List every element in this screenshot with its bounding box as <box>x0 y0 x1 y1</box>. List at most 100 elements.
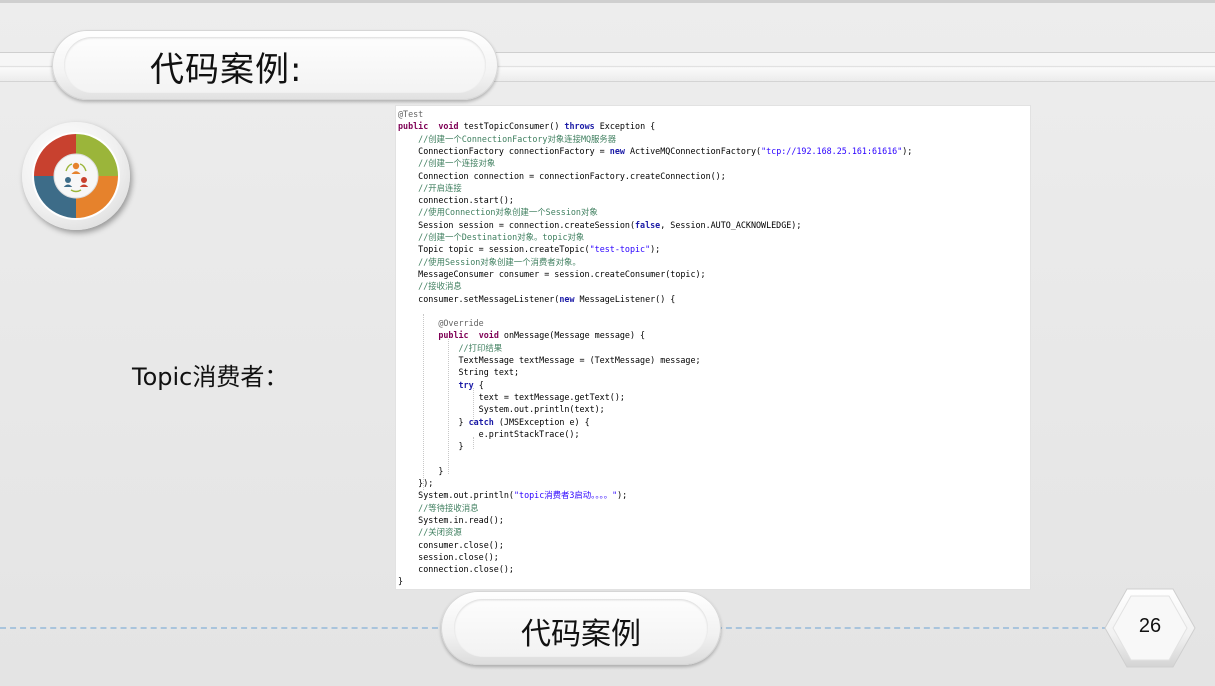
code-token: System.out.println(text); <box>398 404 605 415</box>
code-token: "test-topic" <box>589 244 651 255</box>
code-token: onMessage(Message message) { <box>498 330 646 341</box>
code-token: MessageConsumer consumer = session.creat… <box>398 268 706 279</box>
top-band <box>0 0 1215 3</box>
code-token: , Session.AUTO_ACKNOWLEDGE); <box>660 219 802 230</box>
code-token: ConnectionFactory connectionFactory = <box>398 145 610 156</box>
code-line: //接收消息 <box>398 280 462 292</box>
code-token: void <box>438 121 459 132</box>
code-line: //等待接收消息 <box>398 502 479 514</box>
code-line: //打印结果 <box>398 342 503 354</box>
code-line: public void onMessage(Message message) { <box>398 329 645 341</box>
code-line: System.in.read(); <box>398 514 504 526</box>
code-token: ); <box>617 490 628 501</box>
code-line: } <box>398 575 403 587</box>
page-number: 26 <box>1138 615 1162 637</box>
code-token: (JMSException e) { <box>493 416 590 427</box>
code-line: @Test <box>398 108 423 120</box>
code-token: TextMessage textMessage = (TextMessage) … <box>398 355 701 365</box>
code-token: public <box>438 330 469 341</box>
code-line: consumer.setMessageListener(new MessageL… <box>398 293 675 305</box>
code-token: { <box>473 379 484 390</box>
code-line: public void testTopicConsumer() throws E… <box>398 120 655 132</box>
code-token: System.out.println( <box>398 490 514 501</box>
code-token: } <box>398 441 464 452</box>
code-line: } catch (JMSException e) { <box>398 416 590 428</box>
code-token: //关闭资源 <box>418 527 462 538</box>
code-token: consumer.close(); <box>398 539 504 550</box>
code-line: MessageConsumer consumer = session.creat… <box>398 268 706 280</box>
code-token: Topic topic = session.createTopic( <box>398 244 590 255</box>
code-token: throws <box>564 121 595 132</box>
title-pill: 代码案例: <box>52 30 498 100</box>
code-line: connection.close(); <box>398 563 514 575</box>
code-token: Exception { <box>594 121 656 132</box>
code-line: Connection connection = connectionFactor… <box>398 170 726 182</box>
code-line: try { <box>398 379 484 391</box>
code-line: Session session = connection.createSessi… <box>398 219 801 231</box>
code-token: connection.close(); <box>398 564 514 575</box>
code-token: //打印结果 <box>458 342 503 353</box>
code-token: session.close(); <box>398 551 499 562</box>
code-token: ActiveMQConnectionFactory( <box>624 145 762 156</box>
code-line: } <box>398 465 443 477</box>
topic-consumer-label: Topic消费者： <box>132 363 289 391</box>
code-line: //开启连接 <box>398 182 462 194</box>
code-token: @Test <box>398 109 424 119</box>
code-line: e.printStackTrace(); <box>398 428 580 440</box>
code-line: System.out.println("topic消费者3启动。。。。"); <box>398 489 627 501</box>
code-line: consumer.close(); <box>398 539 504 551</box>
code-token: //等待接收消息 <box>418 502 479 513</box>
code-token: ); <box>650 244 661 255</box>
code-token: e.printStackTrace(); <box>398 428 580 439</box>
footer-dashed-line-right <box>716 627 1108 629</box>
code-token: MessageListener() { <box>574 293 676 304</box>
code-line: Topic topic = session.createTopic("test-… <box>398 243 660 255</box>
code-token: Connection connection = connectionFactor… <box>398 170 726 181</box>
code-token: ); <box>902 145 913 156</box>
code-line: //创建一个Destination对象。topic对象 <box>398 231 584 243</box>
code-token: try <box>458 379 474 390</box>
code-line: }); <box>398 477 433 489</box>
code-token: new <box>609 145 625 156</box>
cycle-logo-graphic <box>32 132 120 220</box>
code-line: //创建一个ConnectionFactory对象连接MQ服务器 <box>398 133 616 145</box>
code-token: } <box>398 576 404 587</box>
footer-pill: 代码案例 <box>441 591 721 665</box>
code-token: catch <box>468 416 494 427</box>
code-token: @Override <box>438 318 484 329</box>
code-token: //创建一个ConnectionFactory对象连接MQ服务器 <box>418 133 617 144</box>
code-line: @Override <box>398 317 484 329</box>
code-token: "topic消费者3启动。。。。" <box>513 490 618 501</box>
code-token: System.in.read(); <box>398 514 504 525</box>
code-token: consumer.setMessageListener( <box>398 293 560 304</box>
code-token: void <box>478 330 499 341</box>
code-line: ConnectionFactory connectionFactory = ne… <box>398 145 912 157</box>
code-token: String text; <box>398 367 520 378</box>
code-line: String text; <box>398 366 520 378</box>
code-screenshot: @Test public void testTopicConsumer() thr… <box>396 106 1030 589</box>
cycle-arrows-people-icon <box>22 122 130 230</box>
code-token: public <box>398 121 429 132</box>
code-token: //创建一个连接对象 <box>418 158 496 169</box>
code-line: System.out.println(text); <box>398 403 605 415</box>
code-token: connection.start(); <box>398 195 514 206</box>
code-token: } <box>398 416 469 427</box>
code-token: }); <box>398 478 434 488</box>
code-line: text = textMessage.getText(); <box>398 391 625 403</box>
code-token: false <box>634 219 661 230</box>
code-token: //接收消息 <box>418 281 462 292</box>
code-token: testTopicConsumer() <box>458 121 565 132</box>
